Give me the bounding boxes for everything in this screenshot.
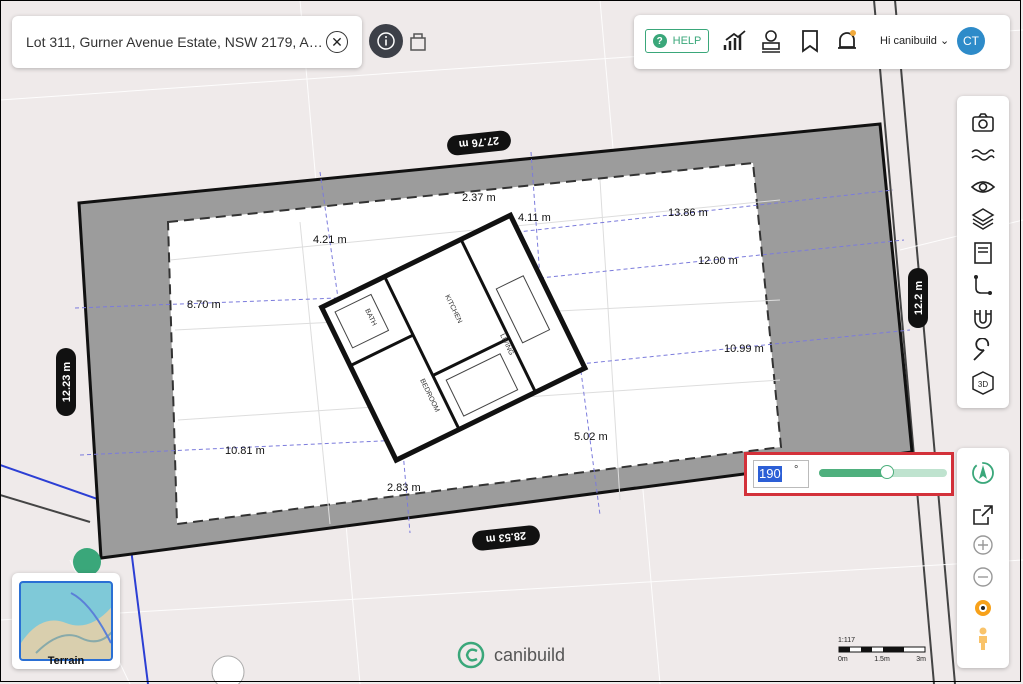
scale-tick: 1.5m: [874, 656, 890, 663]
canibuild-logo-icon: [457, 641, 485, 669]
water-icon[interactable]: [970, 142, 996, 168]
wrench-icon[interactable]: [970, 338, 996, 364]
share-icon[interactable]: [970, 502, 996, 528]
scale-tick: 3m: [916, 656, 926, 663]
address-search-bar[interactable]: Lot 311, Gurner Avenue Estate, NSW 2179,…: [12, 16, 362, 68]
terrain-thumbnail: [19, 581, 113, 661]
rotation-slider-fill: [819, 469, 887, 477]
bookmark-icon[interactable]: [797, 28, 823, 54]
rotation-control: 190 °: [744, 452, 954, 496]
brand-logo: canibuild: [457, 641, 565, 669]
path-icon[interactable]: [970, 272, 996, 298]
bell-icon[interactable]: [834, 28, 860, 54]
window-frame: [0, 0, 1021, 682]
stamp-icon[interactable]: [758, 28, 784, 54]
brand-name: canibuild: [494, 644, 566, 665]
top-toolbar: ? HELP Hi canibuild ⌄ CT: [634, 15, 1010, 69]
user-menu[interactable]: Hi canibuild ⌄: [880, 34, 949, 47]
rotation-input[interactable]: 190 °: [753, 460, 809, 488]
close-icon[interactable]: ✕: [326, 31, 348, 53]
info-icon[interactable]: [369, 24, 403, 58]
chart-icon[interactable]: [722, 28, 748, 54]
terrain-label: Terrain: [47, 655, 85, 667]
zoom-in-icon[interactable]: [970, 532, 996, 558]
camera-icon[interactable]: [970, 110, 996, 136]
street-view-eye-icon[interactable]: [970, 594, 996, 620]
svg-text:3D: 3D: [978, 380, 988, 389]
rotation-unit: °: [794, 464, 799, 476]
3d-icon[interactable]: 3D: [970, 370, 996, 396]
basket-icon[interactable]: [408, 30, 428, 52]
right-toolbar-lower: [957, 448, 1009, 668]
avatar[interactable]: CT: [957, 27, 985, 55]
chevron-down-icon: ⌄: [939, 35, 950, 47]
scale-graphic: [838, 646, 926, 653]
address-text: Lot 311, Gurner Avenue Estate, NSW 2179,…: [26, 34, 324, 50]
scale-tick: 0m: [838, 656, 848, 663]
question-icon: ?: [652, 34, 667, 48]
scale-ratio: 1:117: [838, 637, 855, 644]
person-icon[interactable]: [970, 626, 996, 652]
help-button[interactable]: ? HELP: [645, 29, 709, 53]
rotation-value: 190: [758, 466, 782, 482]
right-toolbar: 3D: [957, 96, 1009, 408]
user-label: Hi canibuild: [880, 35, 937, 47]
rotation-slider-knob[interactable]: [879, 465, 894, 479]
terrain-toggle[interactable]: Terrain: [12, 573, 120, 669]
layers-icon[interactable]: [970, 206, 996, 232]
magnet-icon[interactable]: [970, 306, 996, 332]
compass-rotate-icon[interactable]: [970, 460, 996, 486]
document-icon[interactable]: [970, 240, 996, 266]
help-label: HELP: [672, 35, 702, 47]
eye-icon[interactable]: [970, 174, 996, 200]
rotation-slider[interactable]: [819, 465, 947, 479]
scale-bar: 1:117 0m 1.5m 3m: [838, 637, 928, 663]
zoom-out-icon[interactable]: [970, 564, 996, 590]
